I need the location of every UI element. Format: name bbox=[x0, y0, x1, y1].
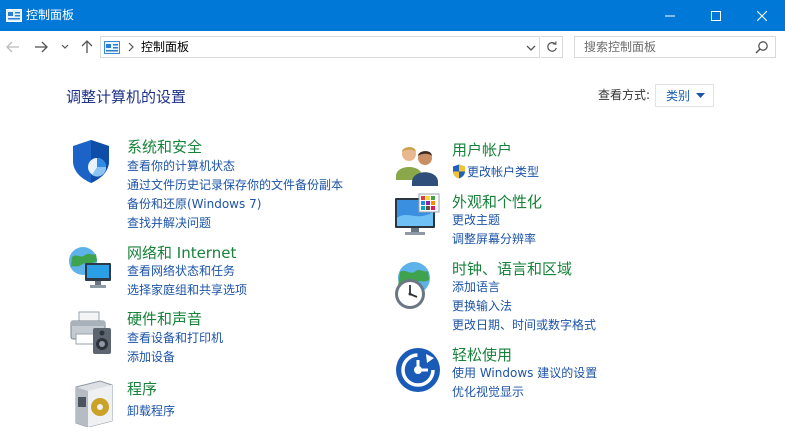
view-by-value: 类别 bbox=[666, 89, 691, 103]
arrow-left-icon bbox=[6, 41, 19, 53]
category-title-programs[interactable]: 程序 bbox=[127, 379, 157, 399]
minimize-button[interactable] bbox=[647, 0, 693, 31]
link-change-account-type[interactable]: 更改帐户类型 bbox=[467, 164, 539, 180]
window-title: 控制面板 bbox=[26, 8, 75, 22]
close-icon bbox=[757, 10, 767, 21]
link-troubleshoot[interactable]: 查找并解决问题 bbox=[127, 215, 211, 231]
control-panel-icon bbox=[104, 41, 120, 54]
link-optimize-visual-display[interactable]: 优化视觉显示 bbox=[452, 384, 524, 400]
view-by-label: 查看方式: bbox=[598, 88, 651, 102]
link-change-input-method[interactable]: 更换输入法 bbox=[452, 298, 512, 314]
maximize-icon bbox=[711, 10, 721, 21]
link-change-theme[interactable]: 更改主题 bbox=[452, 212, 500, 228]
network-icon[interactable] bbox=[67, 243, 115, 291]
forward-button[interactable] bbox=[31, 38, 51, 56]
control-panel-icon bbox=[6, 9, 22, 22]
caret-down-icon bbox=[696, 93, 705, 98]
category-title-appearance[interactable]: 外观和个性化 bbox=[452, 192, 542, 212]
link-windows-recommended-settings[interactable]: 使用 Windows 建议的设置 bbox=[452, 365, 597, 381]
address-bar[interactable]: 控制面板 bbox=[100, 36, 540, 58]
link-date-time-format[interactable]: 更改日期、时间或数字格式 bbox=[452, 317, 596, 333]
system-security-icon[interactable] bbox=[67, 137, 115, 185]
navigation-bar: 控制面板 bbox=[0, 31, 785, 63]
link-screen-resolution[interactable]: 调整屏幕分辨率 bbox=[452, 231, 536, 247]
title-bar: 控制面板 bbox=[0, 0, 785, 31]
minimize-icon bbox=[665, 15, 675, 16]
recent-locations-button[interactable] bbox=[58, 38, 72, 56]
search-input[interactable] bbox=[575, 37, 750, 57]
chevron-right-icon bbox=[128, 42, 134, 52]
close-button[interactable] bbox=[739, 0, 785, 31]
category-title-system-security[interactable]: 系统和安全 bbox=[127, 137, 202, 157]
link-add-language[interactable]: 添加语言 bbox=[452, 279, 500, 295]
link-backup-restore[interactable]: 备份和还原(Windows 7) bbox=[127, 196, 261, 212]
link-view-computer-status[interactable]: 查看你的计算机状态 bbox=[127, 158, 235, 174]
category-title-clock-region[interactable]: 时钟、语言和区域 bbox=[452, 259, 572, 279]
uac-shield-icon bbox=[453, 164, 465, 179]
link-network-status[interactable]: 查看网络状态和任务 bbox=[127, 263, 235, 279]
arrow-up-icon bbox=[81, 40, 93, 53]
category-title-ease-of-access[interactable]: 轻松使用 bbox=[452, 345, 512, 365]
page-title: 调整计算机的设置 bbox=[66, 88, 187, 106]
category-title-user-accounts[interactable]: 用户帐户 bbox=[452, 140, 512, 160]
link-homegroup-sharing[interactable]: 选择家庭组和共享选项 bbox=[127, 282, 247, 298]
category-title-hardware-sound[interactable]: 硬件和声音 bbox=[127, 309, 202, 329]
hardware-sound-icon[interactable] bbox=[67, 308, 115, 356]
user-accounts-icon[interactable] bbox=[393, 140, 441, 188]
maximize-button[interactable] bbox=[693, 0, 739, 31]
clock-region-icon[interactable] bbox=[392, 260, 440, 312]
up-button[interactable] bbox=[77, 38, 97, 56]
back-button[interactable] bbox=[3, 38, 23, 56]
programs-icon[interactable] bbox=[70, 377, 118, 427]
link-file-history-backup[interactable]: 通过文件历史记录保存你的文件备份副本 bbox=[127, 177, 343, 193]
appearance-icon[interactable] bbox=[393, 192, 441, 240]
search-icon[interactable] bbox=[755, 40, 769, 54]
search-box bbox=[574, 36, 776, 58]
link-add-device[interactable]: 添加设备 bbox=[127, 349, 175, 365]
chevron-down-icon bbox=[61, 44, 69, 49]
link-uninstall-program[interactable]: 卸载程序 bbox=[127, 403, 175, 419]
breadcrumb[interactable]: 控制面板 bbox=[141, 40, 189, 55]
view-by-dropdown[interactable]: 类别 bbox=[655, 84, 714, 107]
category-title-network[interactable]: 网络和 Internet bbox=[127, 243, 236, 263]
ease-of-access-icon[interactable] bbox=[394, 346, 442, 394]
chevron-down-icon[interactable] bbox=[525, 42, 537, 54]
link-devices-printers[interactable]: 查看设备和打印机 bbox=[127, 330, 223, 346]
arrow-right-icon bbox=[35, 41, 48, 53]
refresh-icon bbox=[546, 41, 557, 52]
refresh-button[interactable] bbox=[541, 36, 563, 58]
